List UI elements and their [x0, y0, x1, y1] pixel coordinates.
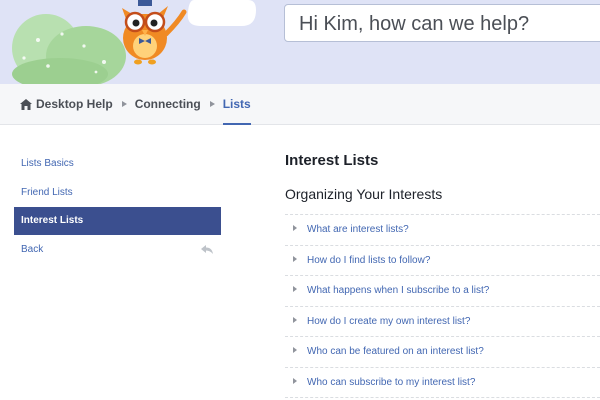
expand-arrow-icon	[293, 347, 297, 354]
expand-arrow-icon	[293, 225, 297, 232]
faq-item[interactable]: What happens when I subscribe to a list?	[285, 276, 600, 307]
sidebar-item-back[interactable]: Back	[14, 236, 221, 264]
faq-question: What are interest lists?	[307, 224, 409, 235]
faq-question: What happens when I subscribe to a list?	[307, 285, 490, 296]
faq-item[interactable]: Who can be featured on an interest list?	[285, 337, 600, 368]
section-title: Organizing Your Interests	[285, 186, 443, 202]
faq-list: What are interest lists? How do I find l…	[285, 214, 600, 398]
faq-question: Who can be featured on an interest list?	[307, 346, 484, 357]
search-input[interactable]	[299, 11, 599, 37]
expand-arrow-icon	[293, 255, 297, 262]
faq-question: How do I find lists to follow?	[307, 254, 431, 266]
sidebar-item-label: Interest Lists	[21, 215, 84, 226]
sidebar-item-label: Friend Lists	[21, 186, 73, 198]
home-icon	[20, 98, 32, 110]
back-arrow-icon	[201, 244, 213, 254]
faq-question: Who can subscribe to my interest list?	[307, 376, 476, 388]
breadcrumb: Desktop Help Connecting Lists	[20, 84, 251, 125]
page-title: Interest Lists	[285, 152, 379, 169]
help-search-box[interactable]	[284, 4, 600, 42]
help-banner	[0, 0, 600, 84]
sidebar-item-label: Lists Basics	[21, 158, 74, 169]
breadcrumb-desktop-help[interactable]: Desktop Help	[36, 97, 113, 111]
expand-arrow-icon	[293, 286, 297, 293]
faq-item[interactable]: How do I create my own interest list?	[285, 307, 600, 337]
sidebar-item-interest-lists[interactable]: Interest Lists	[14, 207, 221, 235]
breadcrumb-lists[interactable]: Lists	[222, 84, 251, 125]
faq-item[interactable]: Who can subscribe to my interest list?	[285, 368, 600, 398]
sidebar-item-label: Back	[21, 243, 44, 255]
faq-item[interactable]: What are interest lists?	[285, 215, 600, 246]
sidebar-nav: Lists Basics Friend Lists Interest Lists…	[14, 150, 221, 264]
expand-arrow-icon	[293, 316, 297, 323]
speech-cloud-icon	[187, 0, 256, 26]
expand-arrow-icon	[293, 377, 297, 384]
faq-question: How do I create my own interest list?	[307, 315, 471, 327]
breadcrumb-separator-icon	[209, 101, 215, 107]
owl-mascot-icon	[122, 0, 187, 65]
main-content: Interest Lists Organizing Your Interests…	[285, 148, 600, 398]
breadcrumb-connecting[interactable]: Connecting	[135, 97, 201, 111]
sidebar-item-lists-basics[interactable]: Lists Basics	[14, 150, 221, 178]
faq-item[interactable]: How do I find lists to follow?	[285, 246, 600, 276]
sidebar-item-friend-lists[interactable]: Friend Lists	[14, 179, 221, 207]
breadcrumb-separator-icon	[121, 101, 127, 107]
breadcrumb-bar: Desktop Help Connecting Lists	[0, 84, 600, 125]
